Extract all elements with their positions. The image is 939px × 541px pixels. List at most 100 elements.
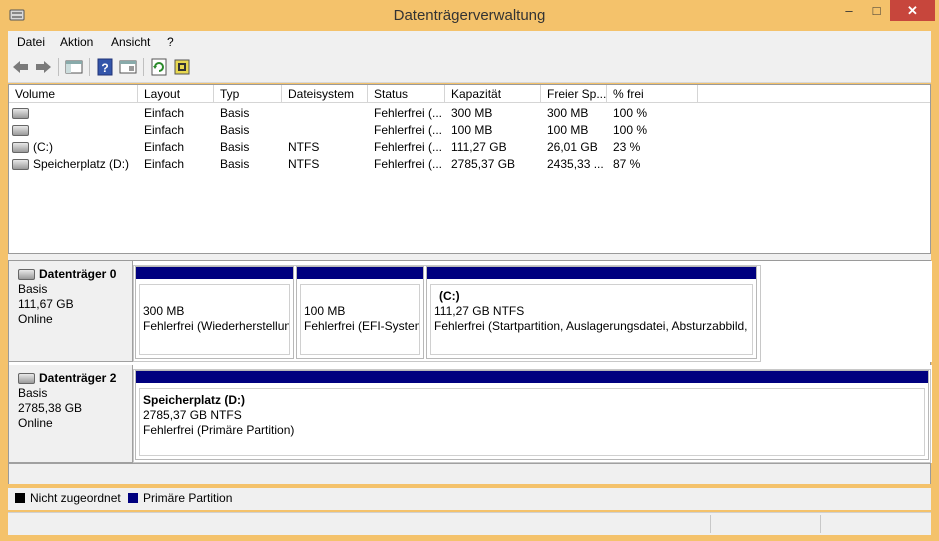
disk-icon: [18, 269, 35, 280]
maximize-button[interactable]: □: [863, 0, 890, 21]
partition-area: Speicherplatz (D:) 2785,37 GB NTFS Fehle…: [133, 369, 931, 463]
column-header-freier-speicher[interactable]: Freier Sp...: [541, 85, 607, 103]
partition-status: Fehlerfrei (EFI-System: [304, 319, 420, 333]
cell-prozent-frei: 100 %: [613, 106, 648, 120]
close-button[interactable]: ✕: [890, 0, 935, 21]
table-row[interactable]: (C:) Einfach Basis NTFS Fehlerfrei (... …: [9, 139, 930, 156]
cell-layout: Einfach: [144, 140, 185, 154]
table-row[interactable]: Einfach Basis Fehlerfrei (... 300 MB 300…: [9, 105, 930, 122]
forward-icon[interactable]: [33, 57, 53, 77]
status-bar-separator: [710, 515, 711, 533]
partition-title: (C:): [439, 289, 460, 303]
cell-kapazitaet: 111,27 GB: [451, 140, 507, 154]
column-header-kapazitaet[interactable]: Kapazität: [445, 85, 541, 103]
partition-status: Fehlerfrei (Primäre Partition): [143, 423, 295, 437]
legend-label-primary: Primäre Partition: [143, 491, 233, 505]
column-header-volume[interactable]: Volume: [9, 85, 138, 103]
cell-status: Fehlerfrei (...: [374, 140, 443, 154]
back-icon[interactable]: [11, 57, 31, 77]
graph-pane-filler: [9, 463, 930, 484]
rescan-icon[interactable]: [172, 57, 192, 77]
partition-type-bar: [297, 267, 423, 279]
menu-ansicht[interactable]: Ansicht: [111, 35, 150, 49]
cell-prozent-frei: 87 %: [613, 157, 641, 171]
minimize-button[interactable]: –: [835, 0, 863, 21]
cell-typ: Basis: [220, 140, 250, 154]
cell-prozent-frei: 23 %: [613, 140, 641, 154]
toolbar-separator: [143, 58, 144, 76]
partition-c[interactable]: (C:) 111,27 GB NTFS Fehlerfrei (Startpar…: [426, 266, 757, 359]
partition-title: Speicherplatz (D:): [143, 393, 246, 407]
cell-status: Fehlerfrei (...: [374, 157, 443, 171]
cell-status: Fehlerfrei (...: [374, 106, 443, 120]
disk-label-2[interactable]: Datenträger 2 Basis 2785,38 GB Online: [9, 365, 133, 463]
cell-layout: Einfach: [144, 123, 185, 137]
disk-size: 2785,38 GB: [18, 401, 83, 415]
window-title: Datenträgerverwaltung: [393, 7, 546, 24]
column-header-prozent-frei[interactable]: % frei: [607, 85, 698, 103]
partition-status: Fehlerfrei (Wiederherstellun: [143, 319, 290, 333]
partition-size: 2785,37 GB NTFS: [143, 408, 242, 422]
cell-freier-speicher: 2435,33 ...: [547, 157, 604, 171]
disk-type: Basis: [18, 282, 48, 296]
partition-size: 100 MB: [304, 304, 346, 318]
disk-row-2: Datenträger 2 Basis 2785,38 GB Online Sp…: [9, 365, 932, 463]
legend-label-unallocated: Nicht zugeordnet: [30, 491, 121, 505]
legend-swatch-unallocated: [15, 493, 25, 503]
volume-icon: [12, 159, 29, 171]
menu-help[interactable]: ?: [167, 35, 174, 49]
cell-typ: Basis: [220, 123, 250, 137]
window: Datenträgerverwaltung – □ ✕ Datei Aktion…: [0, 0, 939, 541]
cell-volume: (C:): [33, 140, 53, 154]
console-tree-icon[interactable]: [64, 57, 84, 77]
cell-layout: Einfach: [144, 106, 185, 120]
partition-recovery[interactable]: 300 MB Fehlerfrei (Wiederherstellun: [135, 266, 294, 359]
menu-datei[interactable]: Datei: [17, 35, 45, 49]
toolbar-separator: [58, 58, 59, 76]
cell-volume: Speicherplatz (D:): [33, 157, 130, 171]
cell-freier-speicher: 300 MB: [547, 106, 589, 120]
title-bar[interactable]: Datenträgerverwaltung – □ ✕: [0, 0, 939, 31]
disk-icon: [18, 373, 35, 384]
partition-size: 300 MB: [143, 304, 185, 318]
volume-icon: [12, 142, 29, 154]
disk-graph-pane: Datenträger 0 Basis 111,67 GB Online 300…: [8, 260, 932, 484]
status-bar: [8, 512, 931, 535]
partition-size: 111,27 GB NTFS: [434, 304, 525, 318]
cell-status: Fehlerfrei (...: [374, 123, 443, 137]
refresh-icon[interactable]: [149, 57, 169, 77]
volume-icon: [12, 125, 29, 137]
cell-freier-speicher: 100 MB: [547, 123, 589, 137]
cell-kapazitaet: 2785,37 GB: [451, 157, 516, 171]
cell-dateisystem: NTFS: [288, 157, 320, 171]
cell-typ: Basis: [220, 106, 250, 120]
column-header-empty: [698, 85, 930, 103]
table-row[interactable]: Einfach Basis Fehlerfrei (... 100 MB 100…: [9, 122, 930, 139]
cell-prozent-frei: 100 %: [613, 123, 648, 137]
disk-state: Online: [18, 312, 53, 326]
status-bar-separator: [820, 515, 821, 533]
partition-area: 300 MB Fehlerfrei (Wiederherstellun 100 …: [133, 265, 761, 362]
table-row[interactable]: Speicherplatz (D:) Einfach Basis NTFS Fe…: [9, 156, 930, 173]
column-header-status[interactable]: Status: [368, 85, 445, 103]
toolbar: ?: [8, 52, 931, 83]
disk-label-0[interactable]: Datenträger 0 Basis 111,67 GB Online: [9, 261, 133, 362]
disk-name: Datenträger 2: [39, 371, 117, 385]
column-header-layout[interactable]: Layout: [138, 85, 214, 103]
disk-name: Datenträger 0: [39, 267, 117, 281]
disk-state: Online: [18, 416, 53, 430]
disk-row-0: Datenträger 0 Basis 111,67 GB Online 300…: [9, 261, 932, 362]
partition-type-bar: [427, 267, 756, 279]
help-icon[interactable]: ?: [95, 57, 115, 77]
menu-aktion[interactable]: Aktion: [60, 35, 93, 49]
cell-freier-speicher: 26,01 GB: [547, 140, 598, 154]
partition-efi[interactable]: 100 MB Fehlerfrei (EFI-System: [296, 266, 424, 359]
column-header-typ[interactable]: Typ: [214, 85, 282, 103]
partition-d[interactable]: Speicherplatz (D:) 2785,37 GB NTFS Fehle…: [135, 370, 929, 460]
partition-status: Fehlerfrei (Startpartition, Auslagerungs…: [434, 319, 753, 333]
svg-text:?: ?: [101, 61, 108, 75]
column-header-dateisystem[interactable]: Dateisystem: [282, 85, 368, 103]
properties-icon[interactable]: [118, 57, 138, 77]
cell-dateisystem: NTFS: [288, 140, 320, 154]
partition-type-bar: [136, 267, 293, 279]
